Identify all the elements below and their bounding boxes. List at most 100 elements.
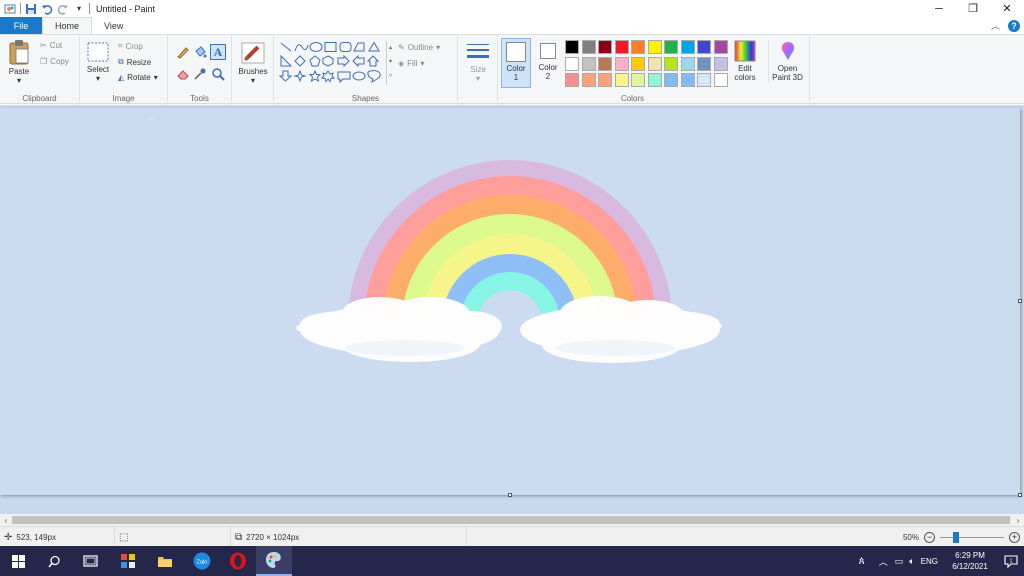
fill-button[interactable]: ◈ Fill ▾ [398,59,424,68]
palette-swatch[interactable] [565,73,579,87]
pencil-icon[interactable] [176,45,190,59]
open-paint3d-button[interactable]: Open Paint 3D [768,40,806,82]
resize-icon: ⧉ [118,57,124,66]
palette-swatch[interactable] [581,73,596,87]
clock[interactable]: 6:29 PM 6/12/2021 [942,550,998,572]
palette-swatch[interactable] [697,73,711,87]
restore-button[interactable]: ❐ [956,0,990,17]
palette-swatch[interactable] [631,56,645,71]
drawing-canvas[interactable]: ~ [0,108,1022,497]
search-button[interactable] [36,546,72,576]
eraser-icon[interactable] [176,67,190,81]
palette-swatch[interactable] [598,56,612,71]
resize-handle-corner[interactable] [1018,493,1022,497]
task-view-icon [82,555,98,567]
scroll-left-icon[interactable]: ‹ [0,514,12,526]
palette-swatch[interactable] [598,73,612,87]
zoom-slider-thumb[interactable] [953,531,959,543]
horizontal-scrollbar[interactable]: ‹ › [0,514,1024,526]
palette-swatch[interactable] [713,73,728,87]
show-hidden-icons-icon[interactable]: ︿ [879,555,888,568]
network-icon[interactable]: ▭ [895,556,904,567]
undo-icon[interactable] [41,3,53,15]
scroll-right-icon[interactable]: › [1012,514,1024,526]
select-button[interactable]: Select ▾ [84,41,112,83]
palette-swatch[interactable] [565,56,579,71]
copy-button[interactable]: ❐ Copy [40,57,69,66]
palette-swatch[interactable] [614,73,629,87]
quick-access-toolbar: ▾ [0,0,90,17]
fill-bucket-icon[interactable] [193,45,207,59]
minimize-button[interactable]: ─ [922,0,956,17]
palette-swatch[interactable] [697,40,711,54]
palette-swatch[interactable] [664,56,678,71]
palette-swatch[interactable] [631,73,645,87]
resize-handle-right[interactable] [1018,299,1022,303]
palette-swatch[interactable] [680,73,695,87]
task-view-button[interactable] [72,546,108,576]
taskbar-opera[interactable] [220,546,256,576]
edit-colors-button[interactable]: Edit colors [732,40,758,82]
select-dropdown-icon[interactable]: ▾ [84,74,112,83]
brushes-button[interactable]: Brushes ▾ [235,41,271,85]
customize-qat-icon[interactable]: ▾ [73,3,85,15]
taskbar-file-explorer[interactable] [147,546,183,576]
palette-swatch[interactable] [713,40,728,54]
tab-file[interactable]: File [0,17,42,34]
resize-handle-bottom[interactable] [508,493,512,497]
volume-icon[interactable]: 🔈︎ [909,556,914,567]
paste-button[interactable]: Paste ▾ [4,39,34,85]
palette-swatch[interactable] [614,56,629,71]
palette-swatch[interactable] [598,40,612,54]
collapse-ribbon-icon[interactable]: ︿ [991,19,1000,32]
close-button[interactable]: ✕ [990,0,1024,17]
notifications-button[interactable]: 1 [998,546,1024,576]
crop-button[interactable]: ⌗ Crop [118,41,143,51]
color2-button[interactable]: Color 2 [534,38,562,88]
palette-swatch[interactable] [614,40,629,54]
palette-swatch[interactable] [664,40,678,54]
scissors-icon: ✂ [40,41,47,50]
color1-button[interactable]: Color 1 [501,38,531,88]
zoom-out-icon[interactable]: − [924,531,935,543]
zoom-slider[interactable] [940,531,1004,543]
color-picker-icon[interactable] [193,67,207,81]
palette-swatch[interactable] [713,56,728,71]
palette-swatch[interactable] [581,56,596,71]
palette-swatch[interactable] [697,56,711,71]
palette-swatch[interactable] [581,40,596,54]
cut-button[interactable]: ✂ Cut [40,41,62,50]
rotate-button[interactable]: ◭ Rotate ▾ [118,73,158,82]
palette-swatch[interactable] [647,73,662,87]
magnifier-icon[interactable] [211,67,225,81]
text-tool-icon[interactable]: A [210,44,226,60]
language-indicator[interactable]: ENG [921,557,938,566]
palette-swatch[interactable] [565,40,579,54]
palette-swatch[interactable] [664,73,678,87]
zoom-in-icon[interactable]: + [1009,531,1020,543]
tab-view[interactable]: View [92,17,135,34]
palette-swatch[interactable] [647,40,662,54]
tab-home[interactable]: Home [42,17,93,34]
outline-button[interactable]: ✎ Outline ▾ [398,43,440,52]
taskbar-zalo[interactable]: Zalo [184,546,220,576]
outline-dropdown-icon: ▾ [436,43,441,52]
size-button[interactable]: Size ▾ [463,41,493,83]
taskbar-app-snipping[interactable] [110,546,146,576]
taskbar-paint[interactable] [256,546,292,576]
save-icon[interactable] [25,3,37,15]
paste-dropdown-icon[interactable]: ▾ [4,76,34,85]
scroll-thumb[interactable] [12,516,1010,524]
resize-button[interactable]: ⧉ Resize [118,57,151,67]
paint-app-icon[interactable] [4,3,16,15]
palette-swatch[interactable] [631,40,645,54]
redo-icon[interactable] [57,3,69,15]
palette-swatch[interactable] [680,56,695,71]
palette-swatch[interactable] [680,40,695,54]
shapes-gallery[interactable] [278,41,390,85]
help-icon[interactable]: ? [1008,19,1020,32]
palette-swatch[interactable] [647,56,662,71]
start-button[interactable] [0,546,36,576]
people-icon[interactable]: ጰ [859,556,865,567]
shapes-scroll[interactable]: ▴ ▾ ▿ [386,41,394,85]
